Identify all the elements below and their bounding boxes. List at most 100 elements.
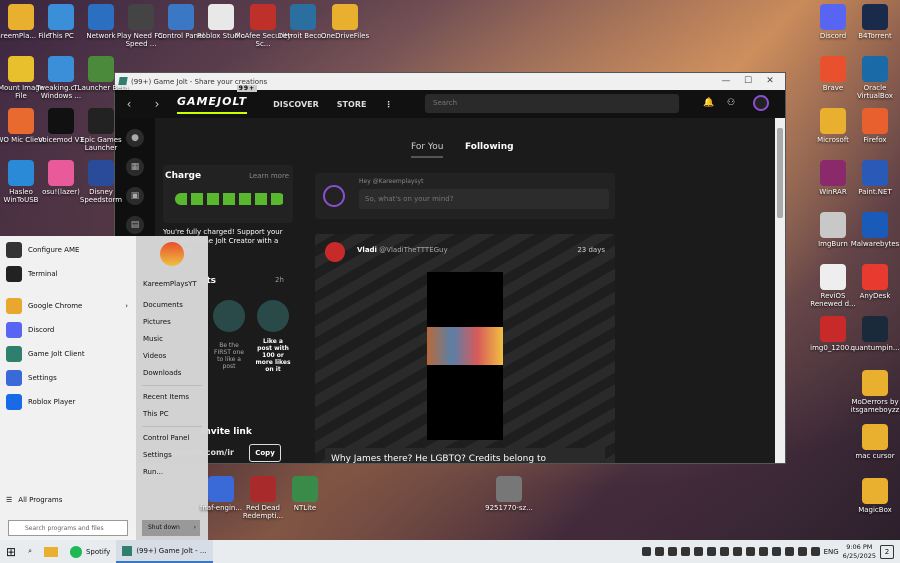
learn-more-link[interactable]: Learn more — [249, 172, 289, 180]
app-icon — [250, 4, 276, 30]
clock[interactable]: 9:06 PM 6/25/2025 — [843, 543, 876, 561]
desktop-icon[interactable]: TLauncher Beta — [72, 56, 130, 92]
start-place-item[interactable]: Settings — [136, 447, 208, 464]
app-icon — [332, 4, 358, 30]
submenu-arrow-icon[interactable]: › — [125, 302, 136, 310]
start-menu: Configure AME Terminal Google Chrome › Disco… — [0, 236, 208, 540]
start-menu-item[interactable]: Google Chrome › — [0, 294, 136, 318]
post-author-avatar[interactable] — [325, 242, 345, 262]
tray-icon[interactable] — [706, 547, 716, 556]
tray-icon[interactable] — [771, 547, 781, 556]
start-menu-item[interactable]: Terminal — [0, 262, 136, 286]
desktop-icon[interactable]: Oracle VirtualBox — [846, 56, 900, 100]
post-video[interactable] — [427, 272, 503, 440]
desktop-icon[interactable]: Firefox — [846, 108, 900, 144]
nav-store[interactable]: STORE — [337, 100, 367, 109]
program-icon — [6, 266, 22, 282]
start-place-item[interactable]: Videos — [136, 348, 208, 365]
start-place-item[interactable]: KareemPlaysYT — [136, 276, 208, 293]
more-icon[interactable]: ⋮ — [384, 100, 392, 109]
file-explorer-icon[interactable] — [38, 540, 64, 563]
search-input[interactable]: Search — [425, 94, 679, 113]
start-place-item[interactable]: Recent Items — [136, 389, 208, 406]
window-titlebar[interactable]: (99+) Game Jolt - Share your creations —… — [115, 73, 785, 90]
start-place-item[interactable]: Pictures — [136, 314, 208, 331]
feed-post[interactable]: Vladi @VladiTheTTTEGuy 23 days Why James… — [315, 234, 615, 463]
tray-icon[interactable] — [732, 547, 742, 556]
start-menu-item[interactable]: Game Jolt Client — [0, 342, 136, 366]
search-icon[interactable]: ⌕ — [22, 540, 38, 563]
start-menu-item[interactable]: Settings — [0, 366, 136, 390]
quest-2-text: Like a post with 100 or more likes on it — [255, 338, 291, 373]
app-icon — [862, 212, 888, 238]
post-author[interactable]: Vladi @VladiTheTTTEGuy — [357, 246, 448, 254]
close-button[interactable]: ✕ — [759, 73, 781, 90]
tray-icon[interactable] — [797, 547, 807, 556]
nav-discover[interactable]: DISCOVER — [273, 100, 319, 109]
tab-for-you[interactable]: For You — [411, 142, 444, 158]
gamejolt-icon — [122, 545, 133, 556]
user-avatar[interactable] — [753, 95, 769, 111]
start-button[interactable]: ⊞ — [0, 540, 22, 563]
tray-icon[interactable] — [784, 547, 794, 556]
quests-timer: 2h — [275, 276, 284, 284]
forward-arrow-icon[interactable]: › — [143, 97, 171, 111]
desktop-icon-label: Oracle VirtualBox — [857, 84, 893, 100]
start-place-item[interactable]: Documents — [136, 297, 208, 314]
desktop-icon[interactable]: Malwarebytes — [846, 212, 900, 248]
sidebar-item-icon[interactable]: ▤ — [126, 216, 144, 234]
tray-icon[interactable] — [758, 547, 768, 556]
all-programs[interactable]: ☰ All Programs — [0, 488, 62, 512]
start-menu-item[interactable]: Roblox Player — [0, 390, 136, 414]
notification-center-icon[interactable]: 2 — [880, 544, 894, 559]
desktop-icon[interactable]: AnyDesk — [846, 264, 900, 300]
desktop-icon[interactable]: MagicBox — [846, 478, 900, 514]
tray-icon[interactable] — [667, 547, 677, 556]
bell-icon[interactable]: 🔔 — [703, 98, 714, 108]
tray-icon[interactable] — [693, 547, 703, 556]
user-picture[interactable] — [160, 242, 184, 266]
start-menu-item[interactable]: Configure AME — [0, 238, 136, 262]
desktop-icon[interactable]: mac cursor — [846, 424, 900, 460]
tray-icon[interactable] — [680, 547, 690, 556]
maximize-button[interactable]: ☐ — [737, 73, 759, 90]
app-icon — [8, 56, 34, 82]
taskbar-gamejolt[interactable]: (99+) Game Jolt - ... — [116, 540, 213, 563]
shutdown-arrow-icon[interactable]: › — [194, 520, 200, 536]
desktop-icon[interactable]: Disney Speedstorm — [72, 160, 130, 204]
desktop-icon[interactable]: 9251770-sz... — [480, 476, 538, 512]
desktop-icon[interactable]: B4Torrent — [846, 4, 900, 40]
taskbar-spotify[interactable]: Spotify — [64, 540, 116, 563]
app-icon — [88, 160, 114, 186]
shutdown-button[interactable]: Shut down › — [142, 520, 200, 536]
start-menu-item[interactable]: Discord — [0, 318, 136, 342]
start-search-input[interactable]: Search programs and files — [8, 520, 128, 536]
scrollbar[interactable] — [775, 118, 785, 463]
start-place-item[interactable]: Downloads — [136, 365, 208, 382]
gamejolt-logo[interactable]: GAMEJOLT 99+ — [177, 84, 258, 114]
desktop-icon[interactable]: NTLite — [276, 476, 334, 512]
tray-icon[interactable] — [745, 547, 755, 556]
desktop-icon-label: B4Torrent — [858, 32, 892, 40]
tray-icon[interactable] — [654, 547, 664, 556]
tab-following[interactable]: Following — [465, 142, 514, 152]
desktop-icon[interactable]: OneDriveFiles — [316, 4, 374, 40]
start-place-item[interactable]: This PC — [136, 406, 208, 423]
app-icon — [48, 160, 74, 186]
tray-icon[interactable] — [719, 547, 729, 556]
language-indicator[interactable]: ENG — [824, 548, 839, 556]
app-icon — [48, 56, 74, 82]
start-place-item[interactable]: Control Panel — [136, 430, 208, 447]
tray-icon[interactable] — [641, 547, 651, 556]
friends-icon[interactable]: ⚇ — [727, 98, 735, 108]
copy-button[interactable]: Copy — [249, 444, 281, 462]
desktop-icon[interactable]: Paint.NET — [846, 160, 900, 196]
scrollbar-thumb[interactable] — [777, 128, 783, 218]
tray-icon[interactable] — [810, 547, 820, 556]
desktop-icon[interactable]: quantumpin... — [846, 316, 900, 352]
start-place-item[interactable]: Music — [136, 331, 208, 348]
minimize-button[interactable]: — — [715, 73, 737, 90]
desktop-icon[interactable]: MoDerrors by itsgameboyzz — [846, 370, 900, 414]
composer-input[interactable]: So, what's on your mind? — [359, 189, 609, 209]
desktop-icon[interactable]: Epic Games Launcher — [72, 108, 130, 152]
